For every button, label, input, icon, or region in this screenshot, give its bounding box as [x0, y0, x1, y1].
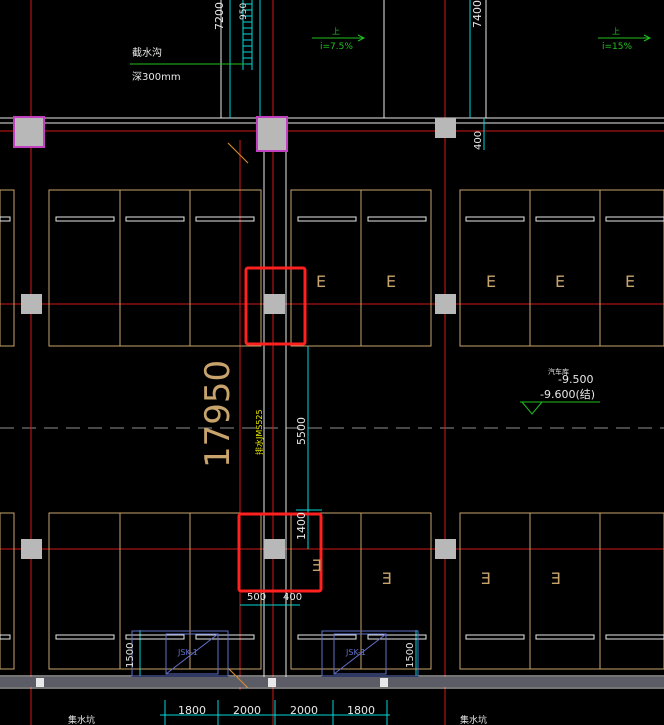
column-stub	[36, 678, 44, 687]
dim-7400: 7400	[471, 0, 484, 28]
parking-mark: E	[625, 272, 635, 291]
column-magenta-1	[13, 116, 45, 148]
dim-400-bottom: 400	[283, 592, 302, 603]
dim-5500: 5500	[295, 417, 308, 445]
dim-2000-a: 2000	[233, 704, 261, 717]
parking-mark: E	[486, 272, 496, 291]
column	[435, 118, 456, 138]
dim-1500-left: 1500	[125, 643, 136, 668]
dim-2000-b: 2000	[290, 704, 318, 717]
dim-1800-b: 1800	[347, 704, 375, 717]
pit-label-2: JSK-1	[345, 648, 366, 657]
parking-mark: E	[481, 569, 491, 588]
column	[21, 539, 42, 559]
column	[435, 294, 456, 314]
parking-mark: E	[551, 569, 561, 588]
background	[0, 0, 664, 725]
dim-400-side: 400	[473, 131, 484, 150]
parking-mark: E	[382, 569, 392, 588]
slope-2-value: i=15%	[602, 42, 632, 52]
pit-label-1: JSK-1	[177, 648, 198, 657]
bottom-wall-fill	[0, 677, 664, 687]
parking-mark: E	[555, 272, 565, 291]
parking-mark: E	[386, 272, 396, 291]
slope-1-up: 上	[332, 27, 340, 36]
slope-2-up: 上	[612, 27, 620, 36]
column	[21, 294, 42, 314]
parking-mark: E	[312, 556, 322, 575]
dim-7200: 7200	[213, 2, 226, 30]
dim-950: 950	[239, 3, 249, 20]
column	[264, 294, 285, 314]
column-stub	[380, 678, 388, 687]
sump-label-left: 集水坑	[68, 714, 95, 725]
dim-17950: 17950	[198, 360, 238, 468]
sump-label-right: 集水坑	[460, 714, 487, 725]
dim-500: 500	[247, 592, 266, 603]
elevation-1: -9.500	[558, 373, 593, 386]
trench-title: 截水沟	[132, 46, 162, 59]
column	[264, 539, 285, 559]
column-magenta-2	[256, 116, 288, 152]
dim-1400: 1400	[295, 512, 308, 540]
cad-drawing-canvas: E E E E E E E E E 截水沟 深300mm 上 i=7.5% 上 …	[0, 0, 664, 725]
dim-1500-right: 1500	[405, 643, 416, 668]
parking-mark: E	[316, 272, 326, 291]
trench-depth: 深300mm	[132, 71, 181, 83]
column-stub	[268, 678, 276, 687]
dim-1800-a: 1800	[178, 704, 206, 717]
pipe-label: 排水JMS525	[254, 409, 264, 455]
column	[435, 539, 456, 559]
elevation-2: -9.600(结)	[540, 388, 595, 401]
slope-1-value: i=7.5%	[320, 42, 353, 52]
